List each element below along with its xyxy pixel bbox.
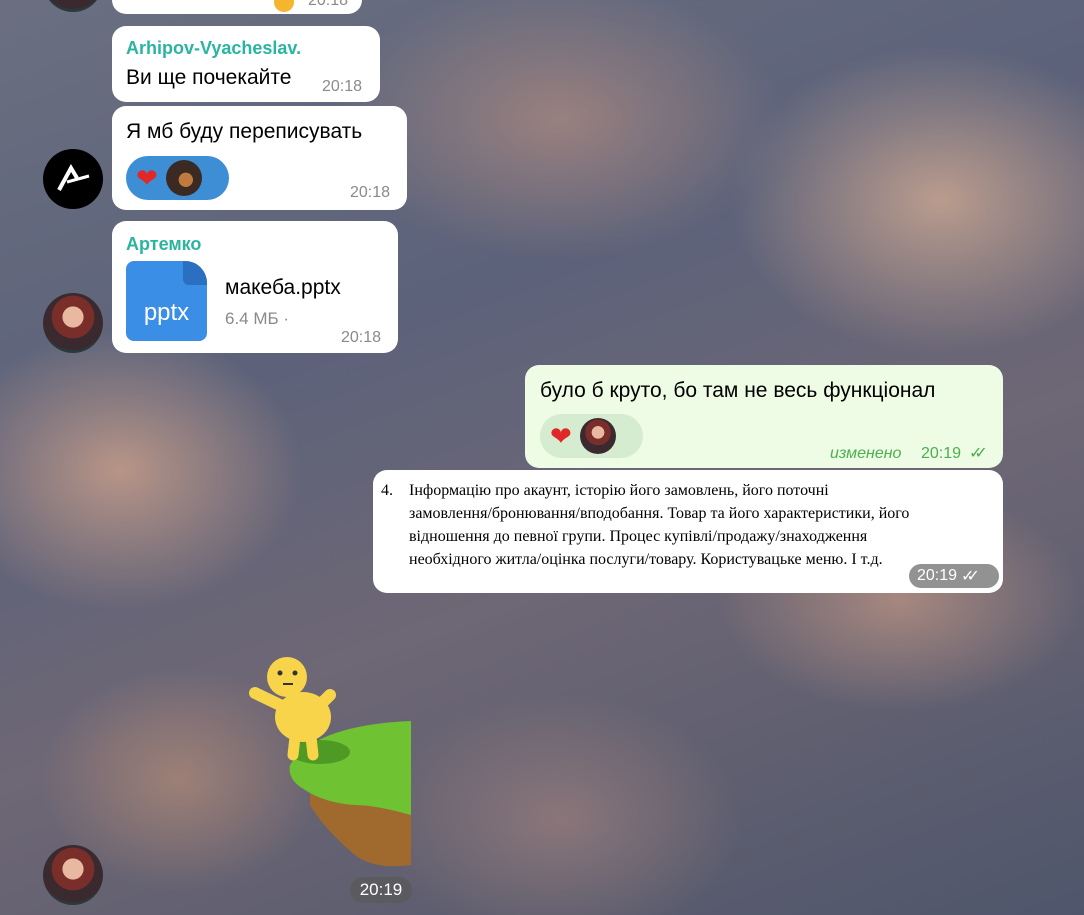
- avatar[interactable]: [43, 293, 103, 353]
- message-bubble[interactable]: Arhipov-Vyacheslav. Ви ще почекайте 20:1…: [112, 26, 380, 102]
- double-check-icon: ✓✓: [969, 445, 988, 462]
- message-bubble[interactable]: Я мб буду переписувать ❤ 20:18: [112, 106, 407, 210]
- document-line: відношення до певної групи. Процес купів…: [409, 528, 868, 545]
- message-time: 20:19: [917, 567, 958, 584]
- edited-label: изменено: [830, 445, 902, 462]
- avatar[interactable]: [43, 845, 103, 905]
- reactor-avatar: [579, 418, 616, 454]
- reaction-pill[interactable]: ❤: [540, 414, 643, 458]
- sender-name[interactable]: Arhipov-Vyacheslav.: [126, 38, 301, 59]
- avatar[interactable]: [43, 149, 103, 209]
- document-line: необхідного житла/оцінка послуги/товару.…: [409, 551, 883, 568]
- heart-icon: ❤: [136, 163, 158, 193]
- document-line: замовлення/бронювання/вподобання. Товар …: [409, 505, 910, 522]
- image-message[interactable]: 4. Інформацію про акаунт, історію його з…: [373, 470, 1003, 593]
- time-overlay: 20:19 ✓✓: [909, 564, 999, 588]
- message-time: 20:18: [322, 78, 363, 95]
- double-check-icon: ✓✓: [961, 568, 980, 585]
- sticker[interactable]: 20:19: [245, 655, 415, 910]
- emoji-icon: [274, 0, 294, 12]
- logo-icon: [57, 164, 90, 191]
- message-time: 20:19: [359, 880, 403, 899]
- time-overlay: 20:19: [350, 877, 412, 903]
- message-time: 20:18: [350, 184, 391, 201]
- message-time: 20:18: [308, 0, 349, 9]
- file-name[interactable]: макеба.pptx: [225, 276, 341, 300]
- file-meta: 6.4 МБ ·: [225, 309, 290, 328]
- message-bubble[interactable]: 20:18: [112, 0, 362, 14]
- document-line: Інформацію про акаунт, історію його замо…: [409, 482, 829, 499]
- message-text: Ви ще почекайте: [126, 66, 292, 89]
- message-time: 20:18: [341, 329, 382, 346]
- list-number: 4.: [381, 482, 393, 499]
- file-type-label: pptx: [143, 299, 190, 326]
- reactor-avatar: [165, 160, 202, 196]
- message-text: Я мб буду переписувать: [126, 120, 363, 143]
- reaction-pill[interactable]: ❤: [126, 156, 229, 200]
- avatar[interactable]: [43, 0, 103, 12]
- sticker-image: [249, 657, 411, 867]
- sender-name[interactable]: Артемко: [126, 234, 201, 255]
- heart-icon: ❤: [550, 421, 572, 451]
- file-message-bubble[interactable]: Артемко pptx макеба.pptx 6.4 МБ · 20:18: [112, 221, 398, 353]
- outgoing-message-bubble[interactable]: було б круто, бо там не весь функціонал …: [525, 365, 1003, 468]
- file-corner-fold: [183, 261, 207, 285]
- message-time: 20:19: [921, 445, 962, 462]
- file-icon[interactable]: pptx: [126, 261, 207, 341]
- message-text: було б круто, бо там не весь функціонал: [540, 379, 936, 402]
